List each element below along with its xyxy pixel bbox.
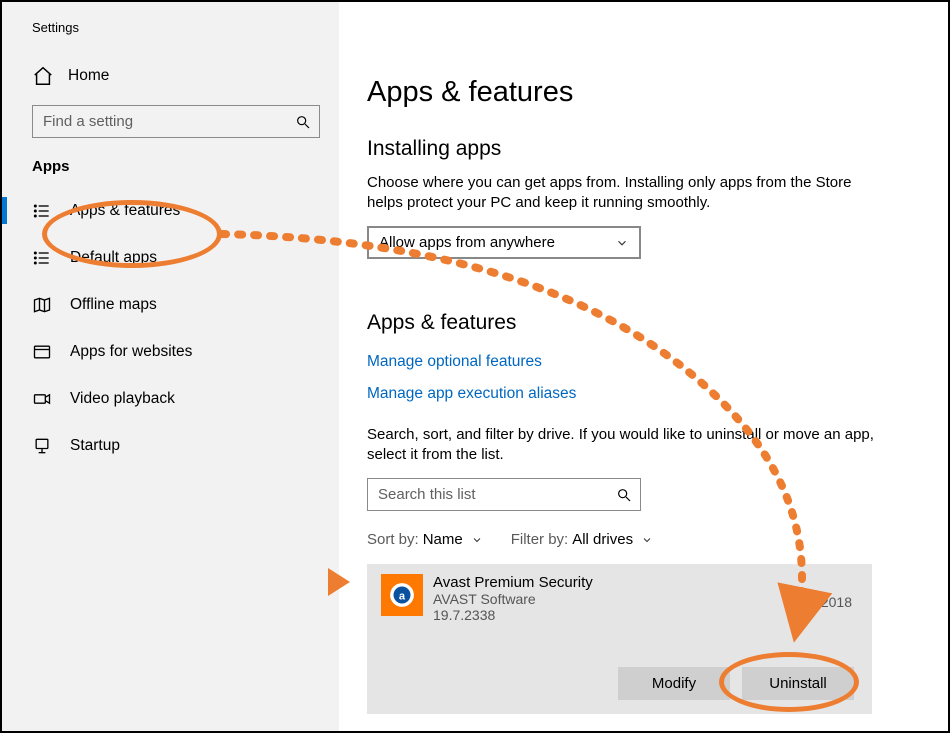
home-nav[interactable]: Home (2, 35, 339, 87)
filter-by-control[interactable]: Filter by: All drives (511, 531, 653, 548)
search-icon (616, 487, 632, 503)
sidebar: Settings Home Apps (2, 2, 339, 731)
defaults-icon (32, 248, 52, 268)
search-apps-box[interactable] (367, 478, 641, 511)
find-setting-search[interactable] (32, 105, 320, 138)
filter-by-value: All drives (572, 531, 633, 548)
list-icon (32, 201, 52, 221)
apps-list-desc: Search, sort, and filter by drive. If yo… (367, 425, 887, 464)
filter-by-label: Filter by: (511, 531, 569, 548)
sidebar-item-apps-for-websites[interactable]: Apps for websites (2, 328, 339, 375)
map-icon (32, 295, 52, 315)
installing-apps-desc: Choose where you can get apps from. Inst… (367, 173, 887, 212)
app-version: 19.7.2338 (433, 607, 593, 623)
sidebar-item-label: Offline maps (70, 296, 157, 314)
apps-features-heading: Apps & features (367, 311, 908, 335)
sidebar-item-apps-and-features[interactable]: Apps & features (2, 187, 339, 234)
app-name: Avast Premium Security (433, 574, 593, 591)
sidebar-item-offline-maps[interactable]: Offline maps (2, 281, 339, 328)
chevron-down-icon (637, 534, 653, 546)
find-setting-input[interactable] (43, 113, 295, 130)
search-icon (295, 114, 311, 130)
websites-icon (32, 342, 52, 362)
window-title: Settings (2, 12, 339, 35)
install-source-dropdown[interactable]: Allow apps from anywhere (367, 226, 641, 259)
video-icon (32, 389, 52, 409)
home-label: Home (68, 67, 109, 85)
uninstall-button[interactable]: Uninstall (742, 667, 854, 700)
manage-optional-features-link[interactable]: Manage optional features (367, 353, 542, 371)
main-content: Apps & features Installing apps Choose w… (339, 2, 948, 731)
chevron-down-icon (467, 534, 483, 546)
svg-text:a: a (399, 590, 406, 602)
sidebar-item-label: Apps & features (70, 202, 180, 220)
sidebar-item-default-apps[interactable]: Default apps (2, 234, 339, 281)
installing-apps-heading: Installing apps (367, 137, 908, 161)
sidebar-item-label: Apps for websites (70, 343, 192, 361)
sidebar-item-label: Default apps (70, 249, 157, 267)
sidebar-section-label: Apps (2, 138, 339, 183)
home-icon (32, 65, 54, 87)
sidebar-item-video-playback[interactable]: Video playback (2, 375, 339, 422)
modify-button[interactable]: Modify (618, 667, 730, 700)
sidebar-item-startup[interactable]: Startup (2, 422, 339, 469)
app-icon: a (381, 574, 423, 616)
app-list-item[interactable]: a Avast Premium Security AVAST Software … (367, 564, 872, 714)
page-title: Apps & features (367, 76, 908, 109)
install-source-value: Allow apps from anywhere (379, 234, 555, 251)
app-vendor: AVAST Software (433, 591, 593, 607)
manage-app-aliases-link[interactable]: Manage app execution aliases (367, 385, 576, 403)
app-install-date: 0/2018 (809, 594, 852, 610)
sidebar-item-label: Video playback (70, 390, 175, 408)
sidebar-item-label: Startup (70, 437, 120, 455)
startup-icon (32, 436, 52, 456)
chevron-down-icon (615, 236, 629, 250)
sort-by-control[interactable]: Sort by: Name (367, 531, 483, 548)
sort-by-value: Name (423, 531, 463, 548)
search-apps-input[interactable] (378, 486, 616, 503)
sidebar-nav: Apps & features Default apps (2, 183, 339, 469)
sort-by-label: Sort by: (367, 531, 419, 548)
